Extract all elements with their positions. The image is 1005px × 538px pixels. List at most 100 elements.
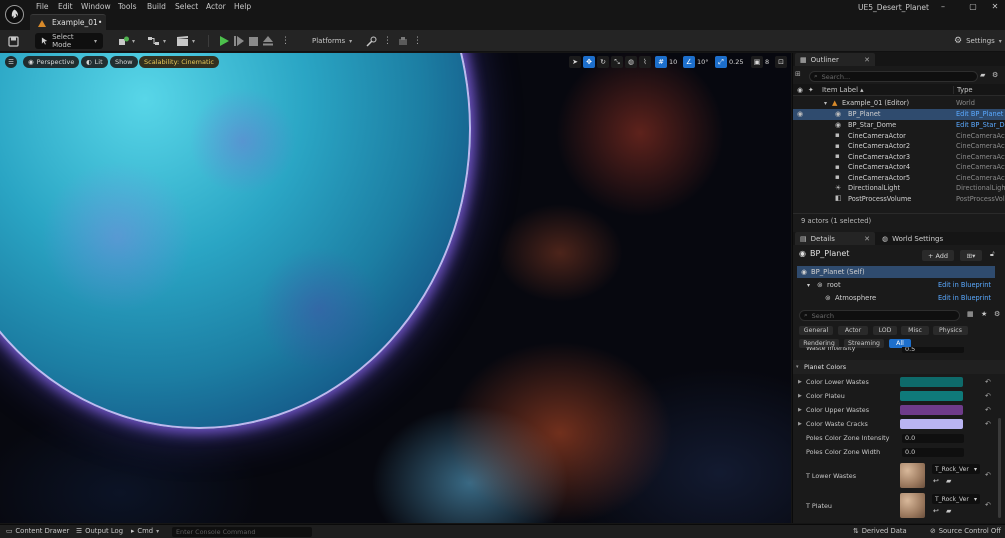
outliner-row[interactable]: ▪ CineCameraActor CineCameraActo [793,131,1005,142]
tab-outliner[interactable]: ▦ Outliner ✕ [795,53,875,66]
menu-tools[interactable]: Tools [118,2,136,11]
outliner-settings-icon[interactable]: ⚙ [992,71,998,79]
reset-arrow-icon[interactable]: ↶ [985,378,991,386]
expand-arrow-icon[interactable]: ▶ [798,379,802,385]
add-filter-icon[interactable]: ⊞ [795,70,801,78]
blueprints-button[interactable]: ▾ [148,33,166,49]
console-command-input[interactable]: Enter Console Command [172,527,312,537]
details-scrollbar[interactable] [998,418,1001,518]
expand-arrow-icon[interactable]: ▶ [798,421,802,427]
color-swatch[interactable] [900,419,963,429]
close-icon[interactable]: ✕ [988,2,1002,11]
browse-asset-icon[interactable]: ▰ [946,507,951,515]
use-selected-icon[interactable]: ↩ [933,507,939,515]
texture-asset-picker[interactable]: T_Rock_Ver ▾ [932,464,980,474]
pin-column-icon[interactable]: ✦ [808,86,814,94]
minimize-icon[interactable]: – [936,2,950,11]
item-label-column[interactable]: Item Label ▴ [822,86,864,94]
output-log-button[interactable]: ☰ Output Log [76,527,123,535]
visibility-icon[interactable]: ◉ [797,110,805,118]
color-swatch[interactable] [900,405,963,415]
reset-arrow-icon[interactable]: ↶ [985,471,991,479]
section-planet-colors[interactable]: ▾ Planet Colors [793,360,1005,374]
tab-world-settings[interactable]: ◍ World Settings [877,232,948,245]
viewport-menu-icon[interactable]: ☰ [5,56,17,68]
perspective-button[interactable]: ◉ Perspective [23,56,80,68]
outliner-row[interactable]: ◧ PostProcessVolume PostProcessVolu [793,194,1005,205]
details-search-input[interactable]: ⌕ Search [799,310,960,321]
texture-thumbnail[interactable] [900,493,925,518]
platforms-dropdown[interactable]: Platforms ▾ [302,33,358,49]
show-button[interactable]: Show [110,56,138,68]
reset-arrow-icon[interactable]: ↶ [985,406,991,414]
eject-button[interactable] [263,33,273,49]
expand-arrow-icon[interactable]: ▾ [824,100,832,107]
rotate-tool-icon[interactable]: ↻ [597,56,609,68]
edit-in-blueprint-link[interactable]: Edit in Blueprint [938,281,991,289]
add-content-button[interactable]: ▾ [118,33,135,49]
menu-file[interactable]: File [36,2,49,11]
property-number-input[interactable]: 0.0 [902,447,964,457]
menu-window[interactable]: Window [81,2,111,11]
scalability-badge[interactable]: Scalability: Cinematic [139,56,219,68]
reset-arrow-icon[interactable]: ↶ [985,392,991,400]
outliner-row[interactable]: ☀ DirectionalLight DirectionalLight [793,183,1005,194]
outliner-row[interactable]: ▾ ▲ Example_01 (Editor) World [793,98,1005,109]
color-swatch[interactable] [900,377,963,387]
camera-speed-button[interactable]: ▣ 8 [751,56,769,68]
property-number-input[interactable]: 0.0 [902,433,964,443]
surface-snap-icon[interactable]: ⌇ [639,56,651,68]
texture-thumbnail[interactable] [900,463,925,488]
select-tool-icon[interactable]: ➤ [569,56,581,68]
stop-button[interactable] [249,33,258,49]
scale-tool-icon[interactable]: ⤡ [611,56,623,68]
cmd-dropdown[interactable]: ▸ Cmd ▾ [131,527,159,535]
component-row[interactable]: ▾ ⊚ root Edit in Blueprint [797,279,995,291]
tab-details[interactable]: ▤ Details ✕ [795,232,875,245]
category-misc[interactable]: Misc [901,326,929,335]
type-column[interactable]: Type [953,86,973,94]
outliner-row[interactable]: ◉ ◉ BP_Planet Edit BP_Planet [793,109,1005,120]
menu-select[interactable]: Select [175,2,198,11]
toolbar-overflow-icon[interactable]: ⋮ [383,33,392,49]
maximize-icon[interactable]: ▢ [966,2,980,11]
play-options-icon[interactable]: ⋮ [281,33,290,49]
level-viewport[interactable]: ☰ ◉ Perspective ◐ Lit Show Scalability: … [0,53,791,523]
menu-edit[interactable]: Edit [58,2,73,11]
save-icon[interactable] [8,33,19,49]
rotation-snap-toggle[interactable]: ∠ 10° [683,56,709,68]
category-lod[interactable]: LOD [873,326,897,335]
expand-arrow-icon[interactable]: ▶ [798,393,802,399]
world-space-icon[interactable]: ◍ [625,56,637,68]
outliner-row[interactable]: ◉ BP_Star_Dome Edit BP_Star_Do [793,120,1005,131]
source-control-button[interactable]: ⊘ Source Control Off [930,527,1001,535]
table-view-icon[interactable]: ▦ [967,310,974,318]
favorite-star-icon[interactable]: ★ [981,310,987,318]
source-control-icon[interactable] [398,33,408,49]
menu-actor[interactable]: Actor [206,2,226,11]
category-physics[interactable]: Physics [933,326,968,335]
build-settings-icon[interactable] [366,33,377,49]
edit-blueprint-link[interactable]: Edit BP_Planet [956,110,1005,118]
cinematics-button[interactable]: ▾ [177,33,195,49]
lock-icon[interactable]: 🔓︎ [990,250,995,259]
blueprint-options-dropdown[interactable]: ⊞▾ [960,250,982,261]
expand-arrow-icon[interactable]: ▶ [798,407,802,413]
expand-arrow-icon[interactable]: ▾ [807,282,810,289]
close-tab-icon[interactable]: ✕ [864,56,870,64]
advance-frame-button[interactable] [234,33,244,49]
edit-blueprint-link[interactable]: Edit BP_Star_Do [956,121,1005,129]
scale-snap-toggle[interactable]: ⤢ 0.25 [715,56,743,68]
folder-icon[interactable]: ▰ [980,71,985,79]
outliner-row[interactable]: ▪ CineCameraActor3 CineCameraActo [793,152,1005,163]
details-settings-icon[interactable]: ⚙ [994,310,1000,318]
browse-asset-icon[interactable]: ▰ [946,477,951,485]
maximize-viewport-icon[interactable]: ⊡ [775,56,787,68]
edit-in-blueprint-link[interactable]: Edit in Blueprint [938,294,991,302]
component-row[interactable]: ⊚ Atmosphere Edit in Blueprint [797,292,995,304]
translate-tool-icon[interactable]: ✥ [583,56,595,68]
settings-dropdown[interactable]: ⚙ Settings ▾ [948,33,1004,49]
menu-help[interactable]: Help [234,2,251,11]
property-number-input[interactable]: 0.5 [902,347,964,353]
component-row[interactable]: ◉ BP_Planet (Self) [797,266,995,278]
